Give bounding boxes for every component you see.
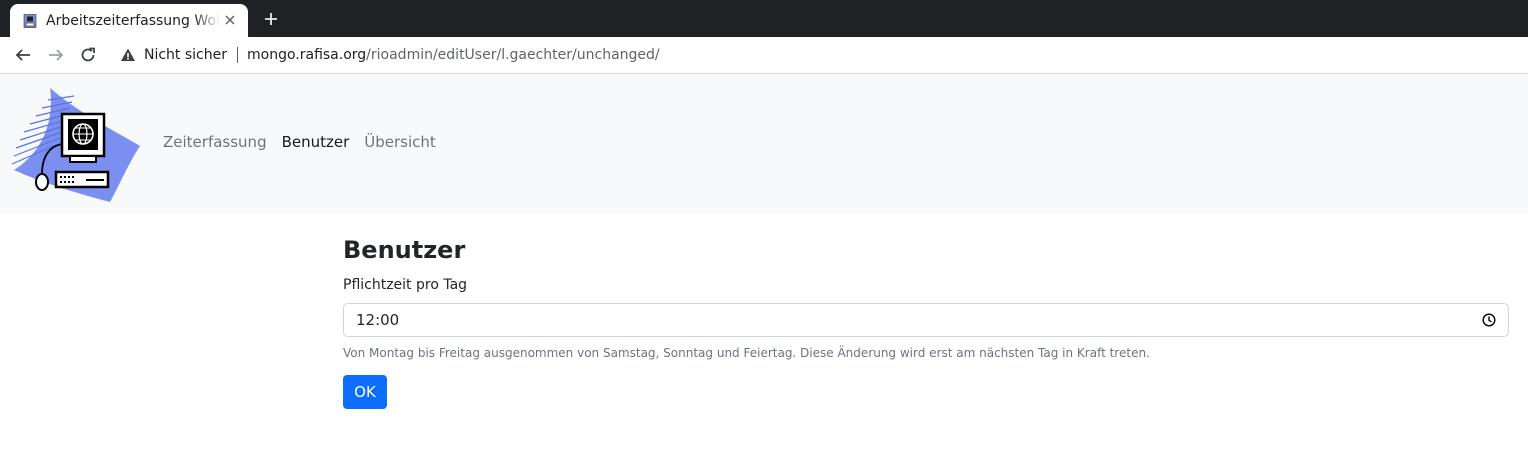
reload-icon[interactable] [77, 44, 99, 66]
plus-icon[interactable] [262, 10, 280, 28]
help-text: Von Montag bis Freitag ausgenommen von S… [343, 346, 1150, 360]
main-content: Benutzer Pflichtzeit pro Tag 12:00 Von M… [343, 234, 1509, 409]
nav-link-zeiterfassung[interactable]: Zeiterfassung [163, 133, 267, 151]
clock-icon[interactable] [1482, 313, 1496, 327]
site-navbar: Zeiterfassung Benutzer Übersicht [0, 74, 1528, 214]
close-icon[interactable] [222, 12, 238, 28]
tab-title: Arbeitszeiterfassung Wolf [46, 12, 220, 29]
time-input[interactable]: 12:00 [343, 303, 1509, 337]
url-path: /rioadmin/editUser/l.gaechter/unchanged/ [366, 47, 660, 63]
page-title: Benutzer [343, 236, 466, 264]
nav-links: Zeiterfassung Benutzer Übersicht [163, 133, 451, 151]
address-bar[interactable]: Nicht sicher mongo.rafisa.org/rioadmin/e… [110, 40, 1520, 70]
omnibox-divider [237, 47, 238, 63]
nav-link-benutzer[interactable]: Benutzer [282, 133, 350, 151]
security-label[interactable]: Nicht sicher [144, 47, 227, 63]
field-label: Pflichtzeit pro Tag [343, 277, 468, 293]
nav-link-uebersicht[interactable]: Übersicht [364, 133, 436, 151]
back-arrow-icon[interactable] [12, 44, 34, 66]
time-value[interactable]: 12:00 [356, 311, 399, 329]
browser-toolbar: Nicht sicher mongo.rafisa.org/rioadmin/e… [0, 37, 1528, 74]
computer-globe-logo[interactable] [10, 84, 142, 204]
warning-triangle-icon[interactable] [120, 47, 136, 63]
browser-tabstrip: Arbeitszeiterfassung Wolf [0, 0, 1528, 37]
computer-favicon-icon [22, 13, 38, 29]
ok-button[interactable]: OK [343, 375, 387, 409]
url-host: mongo.rafisa.org [247, 47, 367, 63]
browser-tab[interactable]: Arbeitszeiterfassung Wolf [10, 4, 248, 37]
forward-arrow-icon[interactable] [45, 44, 67, 66]
url-text[interactable]: mongo.rafisa.org/rioadmin/editUser/l.gae… [247, 47, 660, 63]
